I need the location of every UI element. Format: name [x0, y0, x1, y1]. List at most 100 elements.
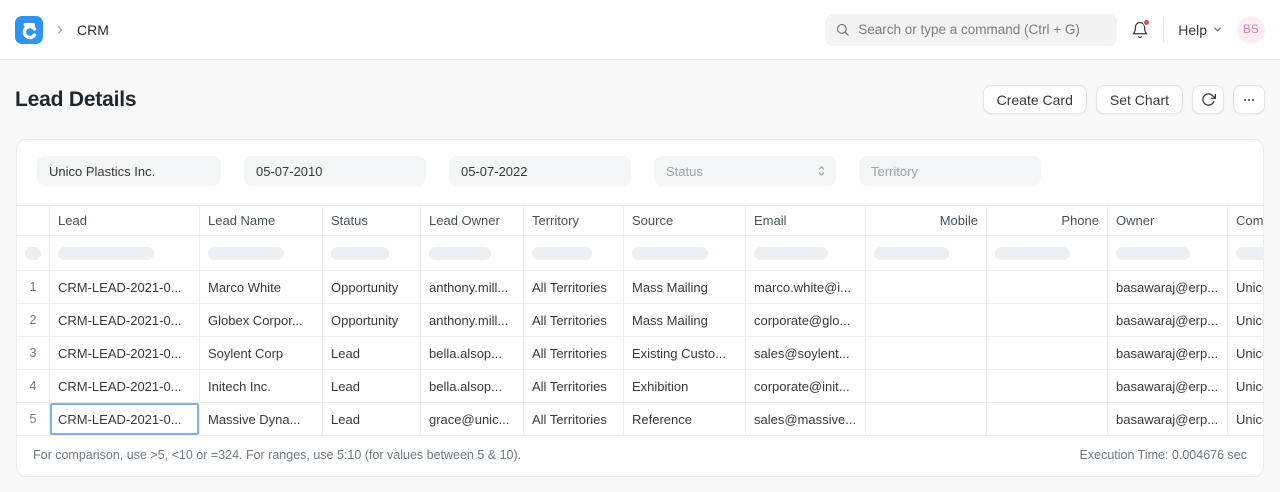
column-filter-input-lead-owner[interactable]	[429, 247, 491, 260]
table-cell[interactable]: corporate@glo...	[746, 304, 866, 337]
table-cell[interactable]: sales@massive...	[746, 403, 866, 436]
table-cell[interactable]: basawaraj@erp...	[1108, 304, 1228, 337]
row-filter-input[interactable]	[25, 247, 41, 260]
filter-to-date-input[interactable]	[449, 156, 631, 186]
table-cell[interactable]: Existing Custo...	[624, 337, 746, 370]
table-cell[interactable]: Lead	[323, 337, 421, 370]
column-filter-input-lead[interactable]	[58, 247, 154, 260]
table-cell[interactable]: Initech Inc.	[200, 370, 323, 403]
table-cell[interactable]: All Territories	[524, 337, 624, 370]
row-number-cell[interactable]: 4	[17, 370, 50, 403]
column-header-phone[interactable]: Phone	[987, 206, 1108, 236]
row-number-cell[interactable]: 1	[17, 271, 50, 304]
column-filter-input-owner[interactable]	[1116, 247, 1190, 260]
table-cell[interactable]	[987, 337, 1108, 370]
table-cell[interactable]: corporate@init...	[746, 370, 866, 403]
table-cell[interactable]: Soylent Corp	[200, 337, 323, 370]
table-cell[interactable]: Lead	[323, 370, 421, 403]
filter-cell	[17, 236, 50, 271]
erpnext-logo-icon[interactable]	[15, 16, 43, 44]
table-cell[interactable]	[866, 271, 987, 304]
table-cell[interactable]: Lead	[323, 403, 421, 436]
table-cell[interactable]	[987, 370, 1108, 403]
table-cell[interactable]	[987, 403, 1108, 436]
column-filter-input-phone[interactable]	[995, 247, 1070, 260]
filter-from-date-input[interactable]	[244, 156, 426, 186]
global-search[interactable]	[825, 14, 1117, 46]
table-cell[interactable]	[987, 304, 1108, 337]
table-cell[interactable]: Unico Plastics Inc.	[1228, 370, 1263, 403]
table-cell[interactable]: Reference	[624, 403, 746, 436]
column-header-company[interactable]: Company	[1228, 206, 1263, 236]
table-cell[interactable]	[866, 403, 987, 436]
table-cell[interactable]: All Territories	[524, 271, 624, 304]
table-cell[interactable]: All Territories	[524, 304, 624, 337]
table-cell[interactable]: Unico Plastics Inc.	[1228, 304, 1263, 337]
table-cell[interactable]: Globex Corpor...	[200, 304, 323, 337]
column-filter-input-territory[interactable]	[532, 247, 592, 260]
table-cell[interactable]: bella.alsop...	[421, 370, 524, 403]
table-cell[interactable]: CRM-LEAD-2021-0...	[50, 403, 200, 436]
refresh-button[interactable]	[1192, 85, 1224, 114]
column-filter-input-status[interactable]	[331, 247, 389, 260]
table-cell[interactable]: Unico Plastics Inc.	[1228, 271, 1263, 304]
table-cell[interactable]: bella.alsop...	[421, 337, 524, 370]
user-avatar[interactable]: BS	[1237, 16, 1265, 44]
column-header-status[interactable]: Status	[323, 206, 421, 236]
filter-status-select[interactable]	[654, 156, 836, 186]
column-header-lead[interactable]: Lead	[50, 206, 200, 236]
column-filter-input-company[interactable]	[1236, 247, 1263, 260]
table-cell[interactable]	[866, 370, 987, 403]
column-header-lead-name[interactable]: Lead Name	[200, 206, 323, 236]
table-cell[interactable]: anthony.mill...	[421, 304, 524, 337]
column-header-email[interactable]: Email	[746, 206, 866, 236]
column-header-mobile[interactable]: Mobile	[866, 206, 987, 236]
table-cell[interactable]: Mass Mailing	[624, 271, 746, 304]
table-cell[interactable]: Opportunity	[323, 304, 421, 337]
row-number-cell[interactable]: 5	[17, 403, 50, 436]
table-cell[interactable]: CRM-LEAD-2021-0...	[50, 271, 200, 304]
notifications-button[interactable]	[1131, 21, 1149, 39]
search-input[interactable]	[858, 22, 1107, 37]
column-filter-input-source[interactable]	[632, 247, 708, 260]
column-header-owner[interactable]: Owner	[1108, 206, 1228, 236]
table-cell[interactable]: basawaraj@erp...	[1108, 403, 1228, 436]
table-cell[interactable]: Opportunity	[323, 271, 421, 304]
table-cell[interactable]	[866, 304, 987, 337]
filter-territory-input[interactable]	[859, 156, 1041, 186]
table-cell[interactable]: basawaraj@erp...	[1108, 370, 1228, 403]
column-header-source[interactable]: Source	[624, 206, 746, 236]
table-cell[interactable]: Marco White	[200, 271, 323, 304]
column-header-lead-owner[interactable]: Lead Owner	[421, 206, 524, 236]
breadcrumb-crm[interactable]: CRM	[77, 22, 109, 38]
table-cell[interactable]: Massive Dyna...	[200, 403, 323, 436]
row-number-cell[interactable]: 3	[17, 337, 50, 370]
column-filter-input-email[interactable]	[754, 247, 828, 260]
table-cell[interactable]	[866, 337, 987, 370]
table-cell[interactable]: Exhibition	[624, 370, 746, 403]
row-number-cell[interactable]: 2	[17, 304, 50, 337]
create-card-button[interactable]: Create Card	[983, 85, 1087, 114]
help-menu[interactable]: Help	[1178, 22, 1223, 38]
menu-button[interactable]	[1233, 85, 1265, 114]
table-cell[interactable]: All Territories	[524, 403, 624, 436]
table-cell[interactable]: anthony.mill...	[421, 271, 524, 304]
table-cell[interactable]: CRM-LEAD-2021-0...	[50, 304, 200, 337]
table-cell[interactable]: basawaraj@erp...	[1108, 271, 1228, 304]
table-cell[interactable]: CRM-LEAD-2021-0...	[50, 370, 200, 403]
table-cell[interactable]: basawaraj@erp...	[1108, 337, 1228, 370]
column-filter-input-mobile[interactable]	[874, 247, 949, 260]
column-header-territory[interactable]: Territory	[524, 206, 624, 236]
table-cell[interactable]: CRM-LEAD-2021-0...	[50, 337, 200, 370]
column-filter-input-lead-name[interactable]	[208, 247, 284, 260]
table-cell[interactable]: Unico Plastics Inc.	[1228, 337, 1263, 370]
table-cell[interactable]: Unico Plastics Inc.	[1228, 403, 1263, 436]
table-cell[interactable]: marco.white@i...	[746, 271, 866, 304]
filter-company-input[interactable]	[37, 156, 221, 186]
table-cell[interactable]	[987, 271, 1108, 304]
table-cell[interactable]: sales@soylent...	[746, 337, 866, 370]
table-cell[interactable]: Mass Mailing	[624, 304, 746, 337]
table-cell[interactable]: All Territories	[524, 370, 624, 403]
table-cell[interactable]: grace@unic...	[421, 403, 524, 436]
set-chart-button[interactable]: Set Chart	[1096, 85, 1183, 114]
